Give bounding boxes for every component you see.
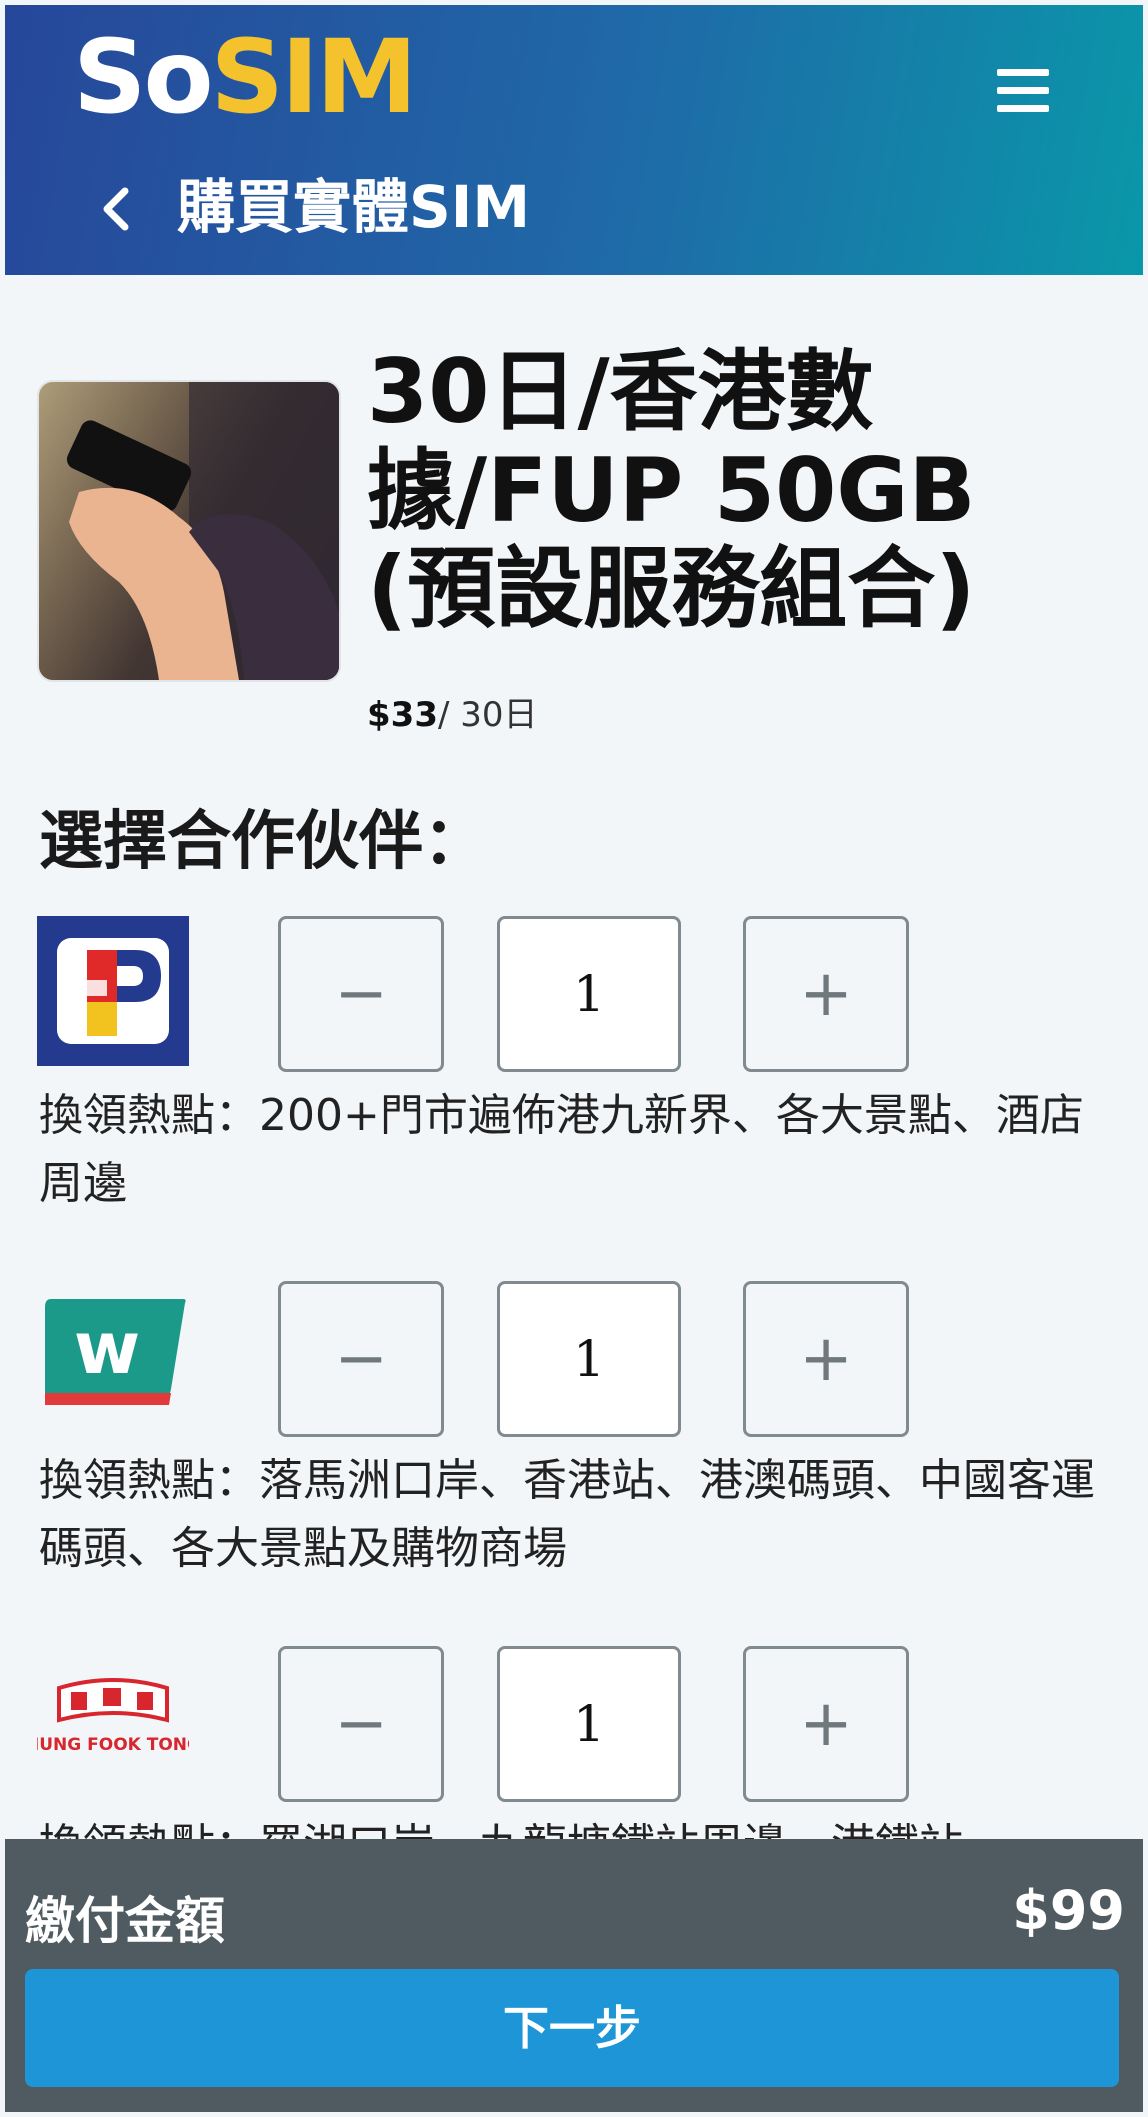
header: SoSIM 購買實體SIM: [5, 5, 1143, 275]
circle-k-style-logo: [37, 916, 189, 1066]
sosim-logo[interactable]: SoSIM: [73, 27, 417, 129]
watsons-logo: w: [37, 1281, 189, 1431]
increase-quantity-button[interactable]: +: [743, 1646, 909, 1802]
partners-heading: 選擇合作伙伴：: [39, 805, 487, 879]
page-title: 購買實體SIM: [177, 173, 531, 241]
decrease-quantity-button[interactable]: −: [278, 916, 444, 1072]
product-period: / 30日: [437, 695, 538, 735]
redemption-location-text: 換領熱點：落馬洲口岸、香港站、港澳碼頭、中國客運碼頭、各大景點及購物商場: [39, 1455, 1095, 1575]
increase-quantity-button[interactable]: +: [743, 916, 909, 1072]
payment-amount-value: $99: [1012, 1879, 1125, 1942]
redemption-location-text: 換領熱點：200+門市遍佈港九新界、各大景點、酒店周邊: [39, 1090, 1084, 1210]
decrease-quantity-button[interactable]: −: [278, 1646, 444, 1802]
logo-sim-text: SIM: [210, 18, 418, 137]
checkout-bar: 繳付金額 $99 下一步: [5, 1839, 1143, 2112]
hung-fook-tong-logo-text: HUNG FOOK TONG: [37, 1735, 189, 1755]
quantity-input[interactable]: [497, 1281, 681, 1437]
product-price: $33: [367, 695, 438, 735]
price-line: $33/ 30日: [367, 687, 538, 736]
hung-fook-tong-logo: HUNG FOOK TONG: [25, 1646, 201, 1796]
quantity-input[interactable]: [497, 916, 681, 1072]
quantity-input[interactable]: [497, 1646, 681, 1802]
payment-amount-label: 繳付金額: [25, 1892, 225, 1950]
increase-quantity-button[interactable]: +: [743, 1281, 909, 1437]
decrease-quantity-button[interactable]: −: [278, 1281, 444, 1437]
next-step-button[interactable]: 下一步: [25, 1969, 1119, 2087]
chevron-left-icon[interactable]: [97, 181, 137, 237]
hamburger-menu-icon[interactable]: [993, 69, 1053, 113]
svg-text:w: w: [74, 1306, 141, 1390]
logo-so-text: So: [73, 18, 214, 137]
product-title: 30日/香港數據/FUP 50GB (預設服務組合): [367, 340, 976, 641]
app-frame: SoSIM 購買實體SIM 30日/香港數據/FUP 50GB (預設服務組合)…: [5, 5, 1143, 2112]
product-image: [37, 380, 341, 682]
